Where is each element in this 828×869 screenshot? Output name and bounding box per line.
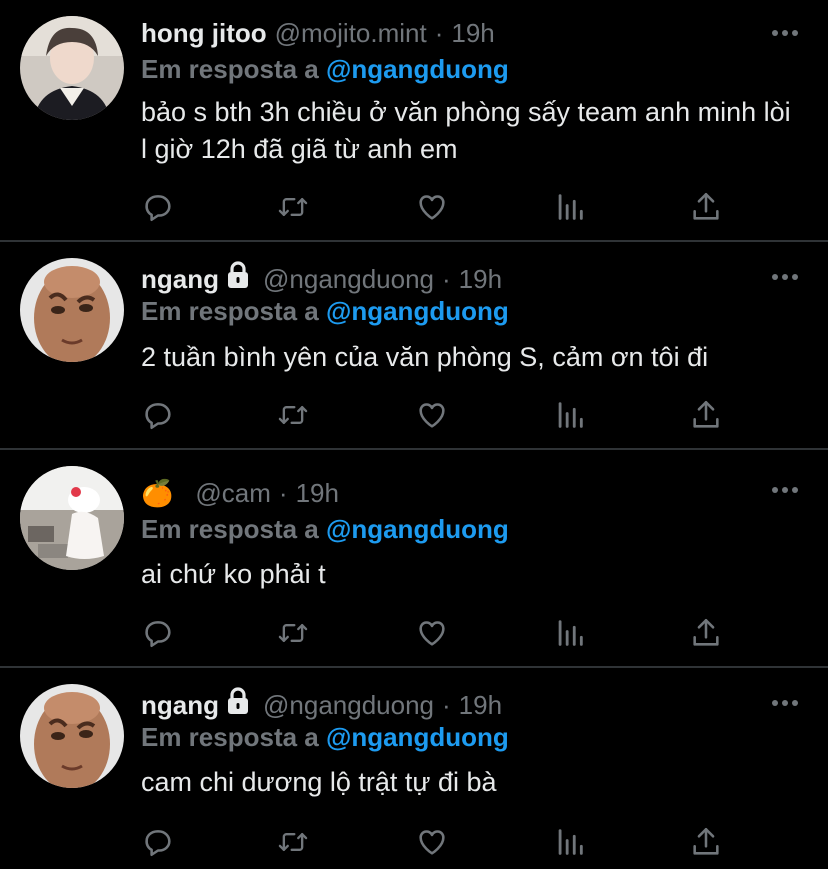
tweet[interactable]: 🍊 @cam · 19h Em resposta a @ngangduong a…	[0, 450, 828, 666]
retweet-icon	[278, 623, 308, 643]
mention-link[interactable]: @ngangduong	[326, 514, 509, 544]
views-button[interactable]	[553, 190, 587, 224]
display-name[interactable]: 🍊	[141, 476, 173, 510]
comment-icon	[145, 403, 171, 430]
reply-prefix: Em resposta a	[141, 54, 319, 84]
like-button[interactable]	[415, 190, 449, 224]
views-button[interactable]	[553, 825, 587, 859]
tweet-text: 2 tuần bình yên của văn phòng S, cảm ơn …	[141, 342, 709, 372]
heart-icon	[419, 195, 445, 220]
comment-icon	[145, 621, 171, 648]
share-icon	[693, 827, 719, 855]
more-dots-icon[interactable]	[772, 700, 798, 708]
avatar[interactable]	[20, 16, 124, 120]
action-bar	[141, 825, 741, 859]
display-name[interactable]: ngang	[141, 262, 219, 296]
tweet-text: bảo s bth 3h chiều ở văn phòng sấy team …	[141, 97, 791, 164]
timestamp[interactable]: 19h	[459, 688, 502, 722]
username[interactable]: @mojito.mint	[275, 16, 427, 50]
separator-dot: ·	[278, 478, 288, 508]
username[interactable]: @ngangduong	[263, 688, 434, 722]
share-button[interactable]	[689, 398, 723, 432]
share-button[interactable]	[689, 825, 723, 859]
tweet[interactable]: ngang @ngangduong · 19h Em resposta a @n…	[0, 668, 828, 869]
mention-link[interactable]: @ngangduong	[326, 54, 509, 84]
like-button[interactable]	[415, 825, 449, 859]
reply-button[interactable]	[141, 825, 175, 859]
lock-icon	[225, 687, 251, 723]
reply-prefix: Em resposta a	[141, 722, 319, 752]
retweet-icon	[278, 197, 308, 217]
separator-dot: ·	[442, 690, 451, 720]
share-icon	[693, 400, 719, 428]
views-button[interactable]	[553, 398, 587, 432]
mention-link[interactable]: @ngangduong	[326, 296, 509, 326]
reply-context: Em resposta a @ngangduong	[141, 52, 509, 86]
share-icon	[693, 192, 719, 220]
views-chart-icon	[558, 829, 583, 855]
tweet-header: 🍊 @cam · 19h	[141, 476, 339, 510]
like-button[interactable]	[415, 398, 449, 432]
reply-context: Em resposta a @ngangduong	[141, 720, 509, 754]
lock-icon	[225, 261, 251, 297]
reply-button[interactable]	[141, 616, 175, 650]
tweet-header: hong jitoo @mojito.mint · 19h	[141, 16, 495, 50]
separator-dot: ·	[434, 18, 444, 48]
avatar[interactable]	[20, 466, 124, 570]
like-button[interactable]	[415, 616, 449, 650]
comment-icon	[145, 195, 171, 222]
display-name[interactable]: ngang	[141, 688, 219, 722]
reply-prefix: Em resposta a	[141, 296, 319, 326]
reply-context: Em resposta a @ngangduong	[141, 512, 509, 546]
retweet-button[interactable]	[276, 398, 310, 432]
retweet-button[interactable]	[276, 190, 310, 224]
username[interactable]: @cam	[195, 476, 271, 510]
action-bar	[141, 190, 741, 224]
tweet-text: ai chứ ko phải t	[141, 559, 326, 589]
reply-button[interactable]	[141, 190, 175, 224]
reply-button[interactable]	[141, 398, 175, 432]
share-button[interactable]	[689, 190, 723, 224]
heart-icon	[419, 830, 445, 855]
views-button[interactable]	[553, 616, 587, 650]
share-icon	[693, 618, 719, 646]
reply-prefix: Em resposta a	[141, 514, 319, 544]
username[interactable]: @ngangduong	[263, 262, 434, 296]
avatar[interactable]	[20, 258, 124, 362]
action-bar	[141, 616, 741, 650]
display-name[interactable]: hong jitoo	[141, 16, 267, 50]
views-chart-icon	[558, 194, 583, 220]
tweet-header: ngang @ngangduong · 19h	[141, 261, 502, 297]
tweet[interactable]: ngang @ngangduong · 19h Em resposta a @n…	[0, 242, 828, 448]
share-button[interactable]	[689, 616, 723, 650]
retweet-button[interactable]	[276, 616, 310, 650]
mention-link[interactable]: @ngangduong	[326, 722, 509, 752]
views-chart-icon	[558, 620, 583, 646]
retweet-button[interactable]	[276, 825, 310, 859]
more-dots-icon[interactable]	[772, 30, 798, 38]
tweet-text: cam chi dương lộ trật tự đi bà	[141, 767, 497, 797]
retweet-icon	[278, 832, 308, 852]
comment-icon	[145, 830, 171, 857]
action-bar	[141, 398, 741, 432]
tweet[interactable]: hong jitoo @mojito.mint · 19h Em respost…	[0, 0, 828, 240]
retweet-icon	[278, 405, 308, 425]
more-dots-icon[interactable]	[772, 487, 798, 495]
timestamp[interactable]: 19h	[459, 262, 502, 296]
timestamp[interactable]: 19h	[296, 476, 339, 510]
views-chart-icon	[558, 402, 583, 428]
separator-dot: ·	[442, 264, 451, 294]
reply-context: Em resposta a @ngangduong	[141, 294, 509, 328]
heart-icon	[419, 403, 445, 428]
avatar[interactable]	[20, 684, 124, 788]
tweet-header: ngang @ngangduong · 19h	[141, 687, 502, 723]
timestamp[interactable]: 19h	[451, 16, 494, 50]
more-dots-icon[interactable]	[772, 274, 798, 282]
heart-icon	[419, 621, 445, 646]
